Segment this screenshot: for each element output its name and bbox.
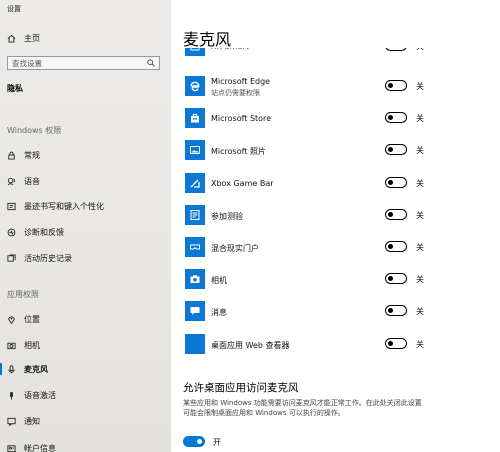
app-name: Xbox Game Bar	[211, 179, 274, 188]
sidebar-item-location[interactable]: 位置	[0, 310, 171, 328]
app-row-mixed-reality: 混合现实门户 关	[183, 235, 493, 259]
app-name: Microsoft Edge	[211, 77, 271, 86]
voice-activation-icon	[7, 391, 16, 400]
store-icon	[185, 108, 205, 128]
search-icon	[147, 59, 155, 67]
toggle-state-label: 关	[416, 275, 424, 284]
sidebar-item-label: 诊断和反馈	[24, 227, 64, 237]
edge-icon	[185, 76, 205, 96]
app-name: 桌面应用 Web 查看器	[211, 341, 290, 350]
photos-icon	[185, 140, 205, 160]
sidebar-item-activity-history[interactable]: 活动历史记录	[0, 249, 171, 267]
sidebar-item-voice-activation[interactable]: 语音激活	[0, 386, 171, 404]
desktop-access-toggle[interactable]	[183, 436, 205, 447]
app-toggle[interactable]	[385, 338, 407, 349]
search-input[interactable]: 查找设置	[7, 56, 160, 70]
app-name: 混合现实门户	[211, 244, 259, 253]
app-subtitle: 站点仍需要权限	[211, 89, 260, 97]
sidebar-item-diagnostics[interactable]: 诊断和反馈	[0, 223, 171, 241]
notification-icon	[7, 417, 16, 426]
sidebar-item-label: 帐户信息	[24, 443, 56, 452]
app-name: 相机	[211, 276, 227, 285]
toggle-state-label: 关	[416, 340, 424, 349]
toggle-state-label: 关	[416, 307, 424, 316]
app-toggle[interactable]	[385, 112, 407, 123]
mixed-reality-icon	[185, 237, 205, 257]
location-icon	[7, 315, 16, 324]
toggle-state-label: 关	[416, 146, 424, 155]
app-toggle[interactable]	[385, 80, 407, 91]
quiz-icon	[185, 205, 205, 225]
account-icon	[7, 444, 16, 452]
windows-permissions-header: Windows 权限	[7, 126, 62, 135]
app-name: 消息	[211, 308, 227, 317]
sidebar-item-general[interactable]: 常规	[0, 146, 171, 164]
app-toggle[interactable]	[385, 144, 407, 155]
app-row-camera: 相机 关	[183, 267, 493, 291]
app-toggle[interactable]	[385, 241, 407, 252]
app-toggle[interactable]	[385, 305, 407, 316]
sidebar-item-camera[interactable]: 相机	[0, 336, 171, 354]
microphone-settings-panel: XR Smart 关 麦克风 Microsoft Edge 站点仍需要权限 关 …	[171, 0, 500, 452]
app-permissions-header: 应用权限	[7, 290, 39, 299]
ink-icon	[7, 202, 16, 211]
diagnostics-icon	[7, 228, 16, 237]
toggle-state-label: 关	[416, 179, 424, 188]
desktop-access-description: 某些应用和 Windows 功能需要访问麦克风才能正常工作。在此处关闭此设置可能…	[183, 399, 422, 417]
sidebar-item-label: 常规	[24, 150, 40, 160]
messaging-icon	[185, 301, 205, 321]
app-name: Microsoft Store	[211, 114, 272, 123]
sidebar-item-notifications[interactable]: 通知	[0, 412, 171, 430]
app-row-store: Microsoft Store 关	[183, 106, 493, 130]
app-row-messaging: 消息 关	[183, 299, 493, 323]
toggle-state-label: 关	[416, 211, 424, 220]
lock-icon	[7, 151, 16, 160]
page-title: 麦克风	[183, 30, 232, 49]
privacy-heading: 隐私	[7, 84, 23, 93]
toggle-state-label: 开	[213, 438, 221, 447]
sidebar-item-home[interactable]: 主页	[0, 29, 171, 47]
speech-icon	[7, 177, 16, 186]
sidebar-item-inking[interactable]: 墨迹书写和键入个性化	[0, 197, 171, 215]
sidebar-item-label: 墨迹书写和键入个性化	[24, 201, 104, 211]
toggle-state-label: 关	[416, 243, 424, 252]
sidebar-item-label: 麦克风	[24, 364, 48, 374]
window-title: 设置	[7, 5, 21, 13]
desktop-access-toggle-row: 开	[183, 435, 283, 449]
xbox-icon	[185, 173, 205, 193]
camera-icon	[7, 341, 16, 350]
sidebar-item-label: 语音	[24, 176, 40, 186]
sidebar-item-label: 相机	[24, 340, 40, 350]
sidebar-item-speech[interactable]: 语音	[0, 172, 171, 190]
sidebar-item-microphone[interactable]: 麦克风	[0, 360, 171, 378]
sidebar-item-account-info[interactable]: 帐户信息	[0, 439, 171, 452]
app-row-edge: Microsoft Edge 站点仍需要权限 关	[183, 74, 493, 98]
sidebar-item-label: 活动历史记录	[24, 253, 72, 263]
sidebar-item-label: 主页	[24, 33, 40, 43]
camera-icon	[185, 269, 205, 289]
toggle-state-label: 关	[416, 114, 424, 123]
app-name: Microsoft 照片	[211, 147, 266, 156]
sidebar-item-label: 语音激活	[24, 390, 56, 400]
toggle-state-label: 关	[416, 82, 424, 91]
app-row-photos: Microsoft 照片 关	[183, 138, 493, 162]
app-row-xbox-game-bar: Xbox Game Bar 关	[183, 171, 493, 195]
history-icon	[7, 253, 16, 263]
web-viewer-icon	[185, 334, 205, 354]
sidebar-item-label: 位置	[24, 314, 40, 324]
sidebar-item-label: 通知	[24, 416, 40, 426]
app-toggle[interactable]	[385, 177, 407, 188]
app-name: 参加测验	[211, 212, 243, 221]
app-toggle[interactable]	[385, 273, 407, 284]
search-placeholder: 查找设置	[12, 58, 42, 68]
app-row-web-viewer: 桌面应用 Web 查看器 关	[183, 332, 493, 356]
microphone-icon	[7, 364, 16, 374]
app-toggle[interactable]	[385, 209, 407, 220]
desktop-access-heading: 允许桌面应用访问麦克风	[183, 382, 299, 394]
home-icon	[7, 34, 16, 43]
settings-sidebar: 设置 主页 查找设置 隐私 Windows 权限 常规 语音 墨迹书写和键入个性…	[0, 0, 171, 452]
app-row-take-a-test: 参加测验 关	[183, 203, 493, 227]
